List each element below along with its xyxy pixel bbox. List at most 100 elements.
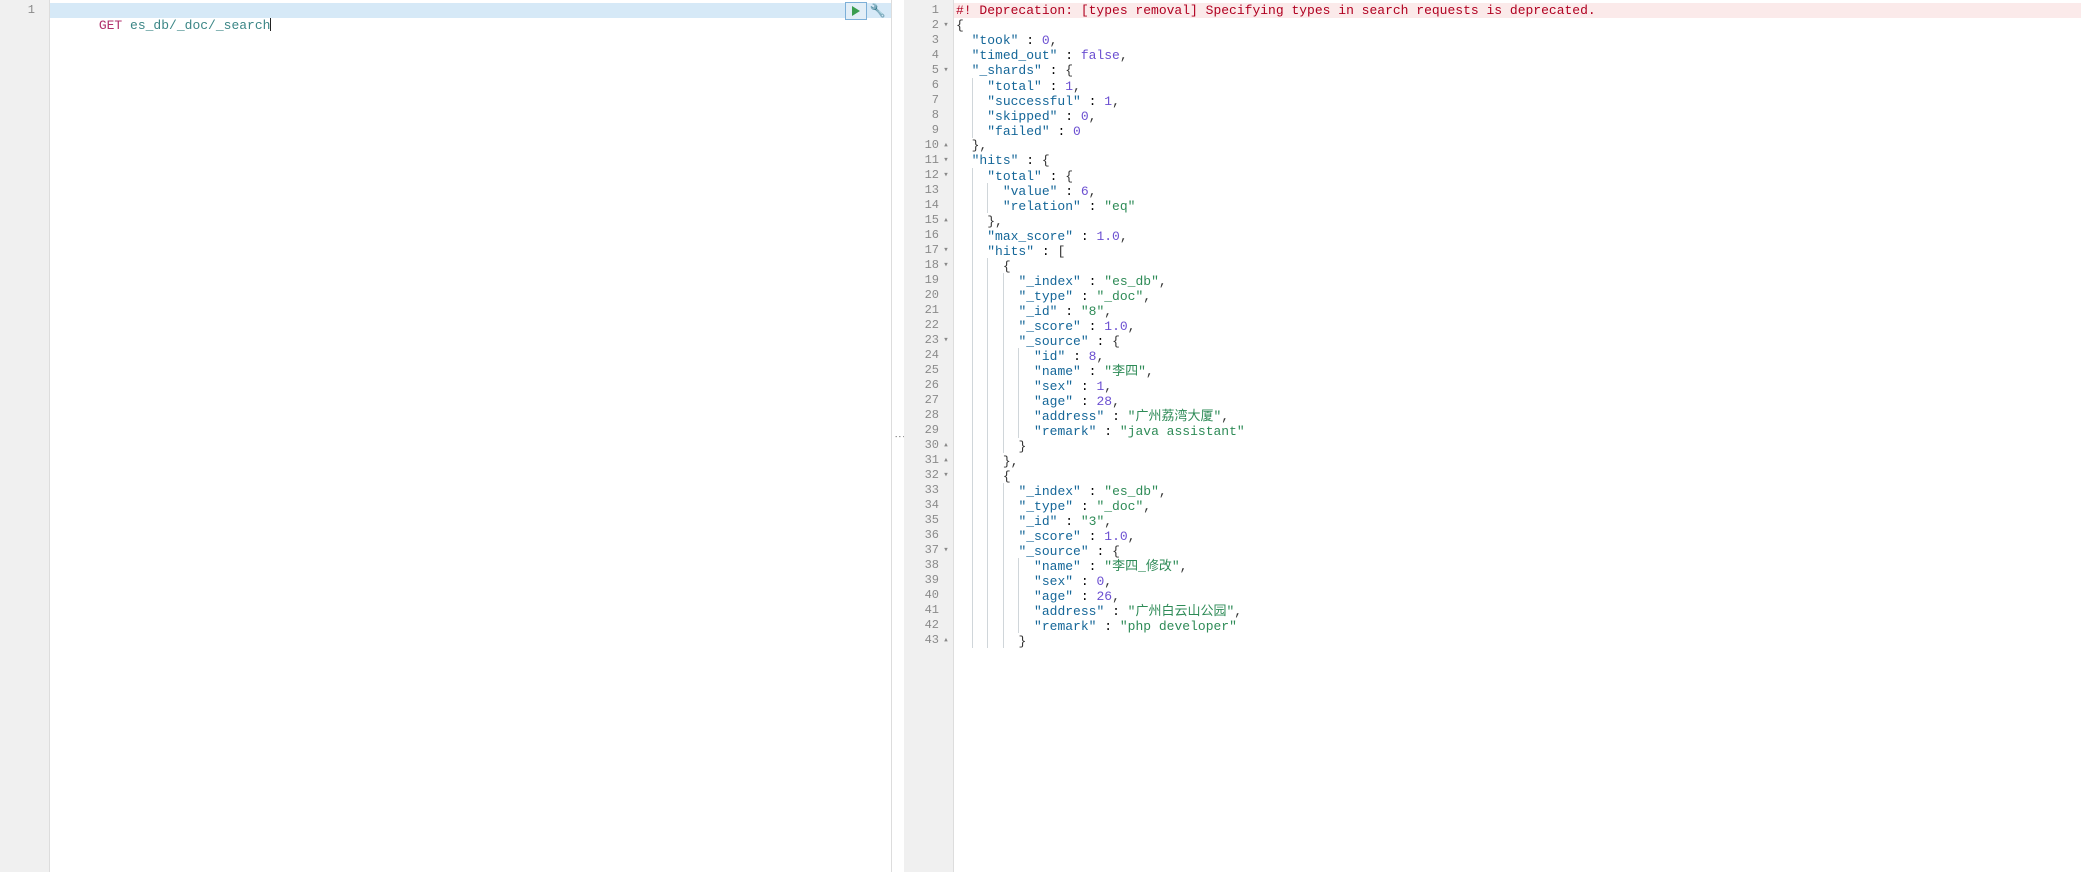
request-path: es_db/_doc/_search bbox=[130, 18, 270, 33]
line-number: 31▴ bbox=[904, 453, 953, 468]
response-line: "hits" : { bbox=[954, 153, 2081, 168]
fold-toggle-icon[interactable]: ▾ bbox=[941, 258, 951, 273]
token-text: : bbox=[1104, 409, 1127, 424]
token-punc: , bbox=[1104, 514, 1112, 529]
token-text: : bbox=[1081, 559, 1104, 574]
indent-guide bbox=[987, 468, 988, 483]
token-key: "value" bbox=[1003, 184, 1058, 199]
response-line: "_id" : "8", bbox=[954, 303, 2081, 318]
response-line: "total" : { bbox=[954, 168, 2081, 183]
settings-button[interactable]: 🔧 bbox=[867, 2, 889, 20]
token-text bbox=[956, 63, 972, 78]
token-text: : bbox=[1073, 379, 1096, 394]
indent-guide bbox=[987, 603, 988, 618]
wrench-icon: 🔧 bbox=[870, 4, 886, 19]
line-number: 11▾ bbox=[904, 153, 953, 168]
indent-guide bbox=[1003, 408, 1004, 423]
fold-toggle-icon[interactable]: ▴ bbox=[941, 453, 951, 468]
line-number: 1 bbox=[904, 3, 953, 18]
response-line: "_index" : "es_db", bbox=[954, 483, 2081, 498]
fold-toggle-icon[interactable]: ▴ bbox=[941, 138, 951, 153]
token-punc: }, bbox=[972, 138, 988, 153]
token-num: 0 bbox=[1081, 109, 1089, 124]
token-punc: , bbox=[1050, 33, 1058, 48]
response-line: "value" : 6, bbox=[954, 183, 2081, 198]
token-key: "total" bbox=[987, 79, 1042, 94]
token-str: "广州荔湾大厦" bbox=[1128, 409, 1222, 424]
token-key: "_type" bbox=[1018, 499, 1073, 514]
fold-toggle-icon[interactable]: ▾ bbox=[941, 333, 951, 348]
token-key: "max_score" bbox=[987, 229, 1073, 244]
token-text: : bbox=[1081, 319, 1104, 334]
indent-guide bbox=[987, 318, 988, 333]
fold-toggle-icon[interactable]: ▴ bbox=[941, 633, 951, 648]
indent-guide bbox=[972, 393, 973, 408]
token-str: "3" bbox=[1081, 514, 1104, 529]
response-line: #! Deprecation: [types removal] Specifyi… bbox=[954, 3, 2081, 18]
indent-guide bbox=[972, 408, 973, 423]
token-key: "_id" bbox=[1018, 514, 1057, 529]
token-punc: , bbox=[1073, 79, 1081, 94]
token-punc: , bbox=[1104, 574, 1112, 589]
fold-toggle-icon[interactable]: ▴ bbox=[941, 438, 951, 453]
indent-guide bbox=[987, 273, 988, 288]
fold-toggle-icon[interactable]: ▾ bbox=[941, 168, 951, 183]
indent-guide bbox=[987, 183, 988, 198]
indent-guide bbox=[972, 588, 973, 603]
line-number: 19 bbox=[904, 273, 953, 288]
indent-guide bbox=[972, 618, 973, 633]
indent-guide bbox=[1003, 528, 1004, 543]
response-line: "name" : "李四", bbox=[954, 363, 2081, 378]
indent-guide bbox=[1018, 558, 1019, 573]
token-key: "_source" bbox=[1018, 334, 1088, 349]
response-line: }, bbox=[954, 453, 2081, 468]
token-text bbox=[956, 48, 972, 63]
token-text: : bbox=[1081, 94, 1104, 109]
token-punc: , bbox=[1159, 484, 1167, 499]
token-punc: }, bbox=[987, 214, 1003, 229]
token-text: : bbox=[1081, 364, 1104, 379]
line-number: 6 bbox=[904, 78, 953, 93]
token-key: "_shards" bbox=[972, 63, 1042, 78]
indent-guide bbox=[987, 408, 988, 423]
fold-toggle-icon[interactable]: ▾ bbox=[941, 243, 951, 258]
indent-guide bbox=[972, 258, 973, 273]
request-actions: 🔧 bbox=[845, 2, 889, 20]
token-punc: , bbox=[1089, 184, 1097, 199]
fold-toggle-icon[interactable]: ▴ bbox=[941, 213, 951, 228]
fold-toggle-icon[interactable]: ▾ bbox=[941, 153, 951, 168]
indent-guide bbox=[1018, 588, 1019, 603]
line-number: 20 bbox=[904, 288, 953, 303]
token-punc: , bbox=[1221, 409, 1229, 424]
token-text: : bbox=[1057, 514, 1080, 529]
indent-guide bbox=[972, 333, 973, 348]
indent-guide bbox=[972, 633, 973, 648]
response-editor[interactable]: #! Deprecation: [types removal] Specifyi… bbox=[954, 0, 2081, 872]
token-key: "_type" bbox=[1018, 289, 1073, 304]
fold-toggle-icon[interactable]: ▾ bbox=[941, 63, 951, 78]
fold-toggle-icon[interactable]: ▾ bbox=[941, 543, 951, 558]
token-text bbox=[956, 153, 972, 168]
response-line: "max_score" : 1.0, bbox=[954, 228, 2081, 243]
token-num: 1 bbox=[1104, 94, 1112, 109]
token-text: : bbox=[1042, 63, 1065, 78]
fold-toggle-icon[interactable]: ▾ bbox=[941, 18, 951, 33]
indent-guide bbox=[987, 348, 988, 363]
token-key: "successful" bbox=[987, 94, 1081, 109]
response-line: "took" : 0, bbox=[954, 33, 2081, 48]
pane-splitter[interactable]: ⋮ bbox=[892, 0, 904, 872]
run-button[interactable] bbox=[845, 2, 867, 20]
token-num: 0 bbox=[1073, 124, 1081, 139]
token-punc: , bbox=[1120, 48, 1128, 63]
token-key: "sex" bbox=[1034, 379, 1073, 394]
token-num: 1 bbox=[1065, 79, 1073, 94]
indent-guide bbox=[972, 468, 973, 483]
fold-toggle-icon[interactable]: ▾ bbox=[941, 468, 951, 483]
indent-guide bbox=[972, 228, 973, 243]
request-editor[interactable]: GET es_db/_doc/_search bbox=[50, 0, 891, 872]
token-key: "timed_out" bbox=[972, 48, 1058, 63]
request-line[interactable]: GET es_db/_doc/_search bbox=[50, 3, 891, 18]
indent-guide bbox=[1003, 438, 1004, 453]
indent-guide bbox=[1003, 633, 1004, 648]
indent-guide bbox=[987, 288, 988, 303]
